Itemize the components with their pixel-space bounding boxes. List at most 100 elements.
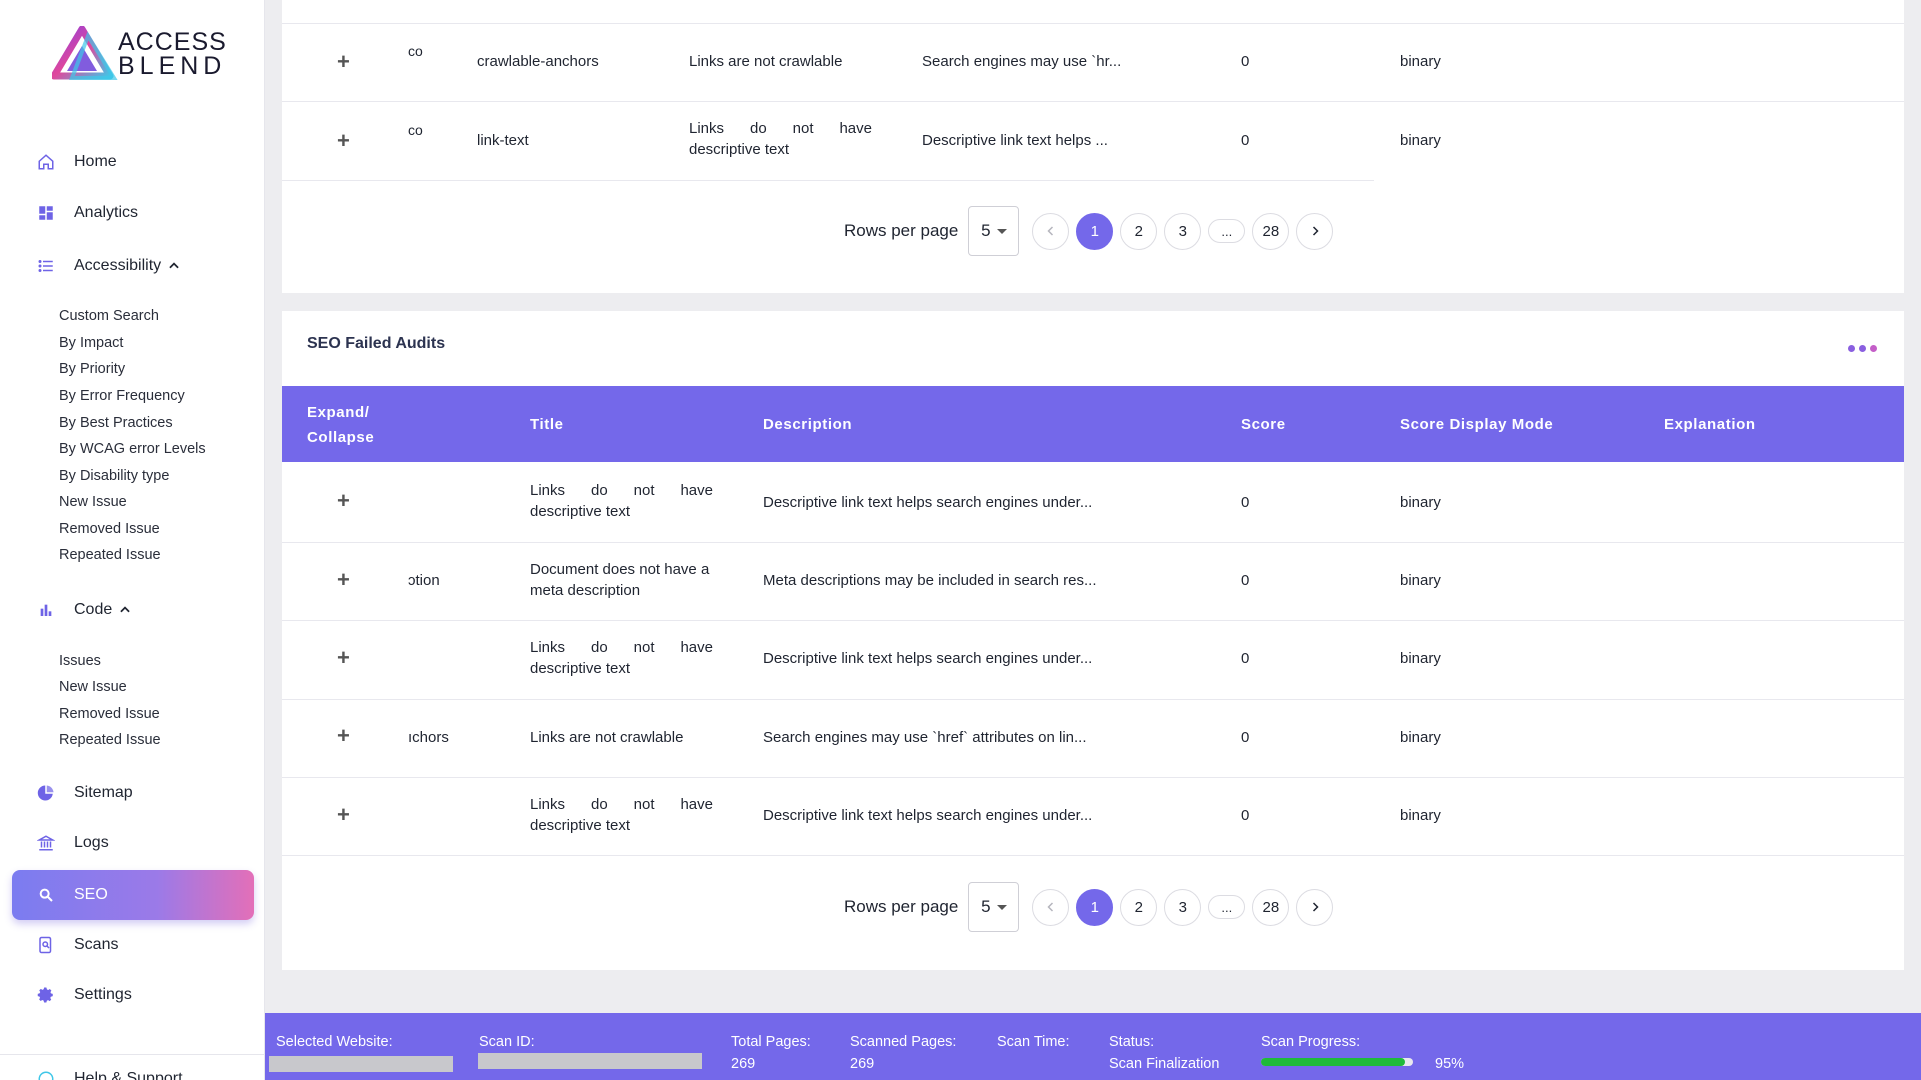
subnav-by-priority[interactable]: By Priority — [59, 361, 125, 377]
expand-button[interactable]: + — [337, 128, 350, 154]
nav-logs[interactable]: Logs — [12, 819, 254, 867]
dashboard-icon — [36, 203, 56, 223]
header-score[interactable]: Score — [1241, 412, 1286, 437]
subnav-by-disability-type[interactable]: By Disability type — [59, 468, 169, 484]
nav-code-label: Code — [74, 601, 113, 618]
page-button-1[interactable]: 1 — [1076, 212, 1114, 250]
nav-analytics[interactable]: Analytics — [12, 189, 254, 237]
scan-id-value — [478, 1053, 702, 1069]
expand-button[interactable]: + — [337, 645, 350, 671]
page-button-2[interactable]: 2 — [1120, 888, 1158, 926]
subnav-by-impact[interactable]: By Impact — [59, 335, 123, 351]
row-score: 0 — [1241, 132, 1250, 149]
row-description: Descriptive link text helps ... — [922, 132, 1108, 149]
subnav-repeated-issue[interactable]: Repeated Issue — [59, 547, 161, 563]
rows-per-page-label: Rows per page — [844, 897, 959, 916]
rows-per-page-select[interactable]: 5 — [968, 206, 1020, 256]
chevron-down-icon — [996, 904, 1007, 910]
search-icon — [36, 885, 56, 905]
row-divider — [282, 777, 1904, 778]
nav-settings-label: Settings — [74, 986, 132, 1003]
header-explanation[interactable]: Explanation — [1664, 412, 1756, 437]
nav-seo[interactable]: SEO — [12, 870, 254, 920]
header-score-display-mode[interactable]: Score Display Mode — [1400, 412, 1553, 437]
nav-help[interactable]: Help & Support — [12, 1064, 254, 1080]
page-ellipsis[interactable]: ... — [1208, 895, 1246, 919]
nav-home[interactable]: Home — [12, 138, 254, 186]
nav-code[interactable]: Code — [12, 586, 254, 634]
prev-page-button[interactable] — [1032, 888, 1070, 926]
scan-time-label: Scan Time: — [997, 1034, 1070, 1050]
nav-accessibility[interactable]: Accessibility — [12, 242, 254, 290]
card-title: SEO Failed Audits — [307, 335, 446, 352]
expand-button[interactable]: + — [337, 488, 350, 514]
header-description[interactable]: Description — [763, 412, 852, 437]
scanned-pages-value: 269 — [850, 1056, 875, 1072]
row-id: ıchors — [408, 729, 449, 746]
nav-accessibility-label: Accessibility — [74, 257, 162, 274]
page-button-28[interactable]: 28 — [1252, 888, 1290, 926]
subnav-code-removed-issue[interactable]: Removed Issue — [59, 706, 160, 722]
expand-button[interactable]: + — [337, 567, 350, 593]
nav-seo-label: SEO — [74, 886, 108, 903]
expand-button[interactable]: + — [337, 49, 350, 75]
row-divider — [282, 699, 1904, 700]
brand-logo[interactable]: ACCESS BLEND — [52, 26, 227, 82]
row-description: Search engines may use `hr... — [922, 53, 1122, 70]
row-divider — [282, 101, 1904, 102]
page-button-2[interactable]: 2 — [1120, 212, 1158, 250]
bar-chart-icon — [36, 600, 56, 620]
header-expand-collapse: Expand/ Collapse — [307, 404, 375, 446]
row-score: 0 — [1241, 494, 1250, 511]
header-title[interactable]: Title — [530, 412, 564, 437]
subnav-code-issues[interactable]: Issues — [59, 653, 101, 669]
more-options-icon[interactable] — [1844, 345, 1877, 352]
subnav-by-wcag-levels[interactable]: By WCAG error Levels — [59, 441, 206, 457]
rows-per-page-select[interactable]: 5 — [968, 882, 1020, 932]
row-display-mode: binary — [1400, 729, 1441, 746]
selected-website-value — [269, 1056, 453, 1072]
sidebar-divider — [0, 1054, 264, 1055]
subnav-code-new-issue[interactable]: New Issue — [59, 679, 127, 695]
chevron-up-icon — [167, 259, 181, 273]
table-header: Expand/ Collapse Title Description Score… — [282, 386, 1904, 462]
home-icon — [36, 152, 56, 172]
row-title: Links do not have descriptive text — [689, 120, 872, 158]
page-button-3[interactable]: 3 — [1164, 212, 1202, 250]
next-page-button[interactable] — [1296, 888, 1334, 926]
nav-settings[interactable]: Settings — [12, 971, 254, 1019]
help-icon — [36, 1069, 56, 1080]
pagination: Rows per page 5 1 2 3 ... 28 — [844, 882, 1340, 932]
row-title: Links do not have descriptive text — [530, 482, 713, 520]
chevron-up-icon — [118, 603, 132, 617]
row-description: Descriptive link text helps search engin… — [763, 807, 1093, 824]
expand-button[interactable]: + — [337, 723, 350, 749]
page-button-28[interactable]: 28 — [1252, 212, 1290, 250]
row-score: 0 — [1241, 650, 1250, 667]
subnav-code-repeated-issue[interactable]: Repeated Issue — [59, 732, 161, 748]
chevron-down-icon — [996, 228, 1007, 234]
subnav-by-best-practices[interactable]: By Best Practices — [59, 415, 173, 431]
nav-scans[interactable]: Scans — [12, 921, 254, 969]
page-ellipsis[interactable]: ... — [1208, 219, 1246, 243]
scan-progress-value: 95% — [1435, 1056, 1465, 1072]
page-button-1[interactable]: 1 — [1076, 888, 1114, 926]
page-button-3[interactable]: 3 — [1164, 888, 1202, 926]
nav-scans-label: Scans — [74, 936, 119, 953]
subnav-new-issue[interactable]: New Issue — [59, 494, 127, 510]
total-pages-value: 269 — [731, 1056, 756, 1072]
pie-chart-icon — [36, 783, 56, 803]
row-id: co — [408, 122, 423, 138]
brand-logo-icon — [52, 26, 118, 80]
subnav-by-error-frequency[interactable]: By Error Frequency — [59, 388, 185, 404]
nav-sitemap[interactable]: Sitemap — [12, 769, 254, 817]
nav-analytics-label: Analytics — [74, 204, 139, 221]
scan-progress-bar — [1261, 1058, 1413, 1066]
expand-button[interactable]: + — [337, 802, 350, 828]
subnav-custom-search[interactable]: Custom Search — [59, 308, 159, 324]
prev-page-button[interactable] — [1032, 212, 1070, 250]
subnav-removed-issue[interactable]: Removed Issue — [59, 521, 160, 537]
row-title: Links are not crawlable — [530, 729, 684, 746]
row-display-mode: binary — [1400, 494, 1441, 511]
next-page-button[interactable] — [1296, 212, 1334, 250]
